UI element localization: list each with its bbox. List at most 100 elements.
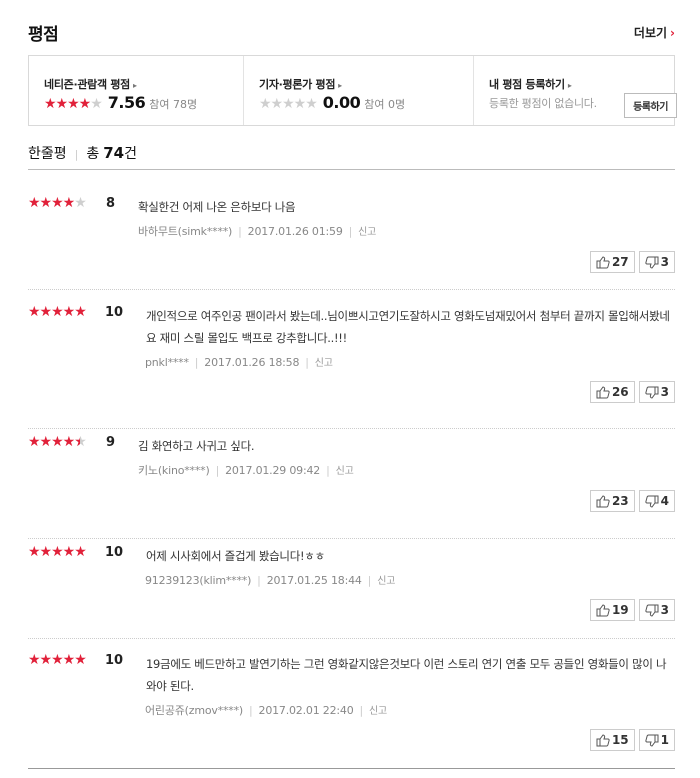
review-item: ★★★★★ 10 개인적으로 여주인공 팬이라서 봤는데..님이쁘시고연기도잘하… bbox=[28, 304, 675, 429]
review-user[interactable]: 91239123(klim****) bbox=[145, 574, 251, 587]
dislike-count: 1 bbox=[660, 733, 669, 747]
report-link[interactable]: 신고 bbox=[377, 576, 395, 587]
review-user[interactable]: pnkl**** bbox=[145, 356, 189, 369]
my-rating-label[interactable]: 내 평점 등록하기 bbox=[489, 78, 565, 91]
like-button[interactable]: 15 bbox=[589, 729, 635, 751]
review-text: 19금에도 베드만하고 발연기하는 그런 영화같지않은것보다 이런 스토리 연기… bbox=[146, 657, 667, 693]
critic-score: 0.00 bbox=[322, 93, 361, 112]
thumbs-down-icon bbox=[644, 495, 659, 508]
like-count: 23 bbox=[611, 494, 629, 508]
report-link[interactable]: 신고 bbox=[336, 466, 354, 477]
thumbs-down-icon bbox=[644, 386, 659, 399]
caret-right-icon: ▸ bbox=[567, 81, 572, 90]
separator: | bbox=[359, 704, 364, 717]
review-user[interactable]: 어린공쥬(zmov****) bbox=[145, 704, 243, 717]
vote-buttons: 27 3 bbox=[589, 251, 675, 273]
critic-rating: 기자·평론가 평점 ▸ ★★★★★ 0.00 참여 0명 bbox=[243, 56, 473, 125]
netizen-stars: ★★★★★ bbox=[44, 96, 103, 112]
vote-buttons: 23 4 bbox=[589, 490, 675, 512]
critic-rating-label[interactable]: 기자·평론가 평점 bbox=[259, 78, 335, 91]
dislike-button[interactable]: 1 bbox=[638, 729, 675, 751]
review-stars: ★★★★★ bbox=[28, 304, 87, 320]
register-rating-button[interactable]: 등록하기 bbox=[624, 93, 677, 118]
critic-stars: ★★★★★ bbox=[259, 96, 318, 112]
review-date: 2017.01.25 18:44 bbox=[266, 574, 362, 587]
stars-filled: ★★★★ bbox=[28, 434, 75, 450]
report-link[interactable]: 신고 bbox=[315, 358, 333, 369]
my-rating-link[interactable]: 내 평점 등록하기 ▸ bbox=[489, 76, 572, 92]
review-divider bbox=[28, 428, 675, 429]
dislike-button[interactable]: 4 bbox=[638, 490, 675, 512]
review-user[interactable]: 바하무트(simk****) bbox=[138, 225, 232, 238]
dislike-count: 3 bbox=[660, 385, 669, 399]
dislike-count: 3 bbox=[660, 255, 669, 269]
separator: | bbox=[367, 574, 372, 587]
review-text: 어제 시사회에서 즐겁게 봤습니다!ㅎㅎ bbox=[146, 549, 325, 563]
review-date: 2017.01.29 09:42 bbox=[225, 464, 321, 477]
review-user[interactable]: 키노(kino****) bbox=[138, 464, 210, 477]
dislike-count: 3 bbox=[660, 603, 669, 617]
review-date: 2017.01.26 18:58 bbox=[204, 356, 300, 369]
separator: | bbox=[249, 704, 253, 717]
total-prefix: 총 bbox=[86, 146, 100, 162]
dislike-button[interactable]: 3 bbox=[638, 599, 675, 621]
my-rating-empty-message: 등록한 평점이 없습니다. bbox=[489, 97, 597, 110]
stars-filled: ★★★★★ bbox=[28, 652, 87, 668]
review-stars: ★★★★★ bbox=[28, 195, 87, 211]
more-link[interactable]: 더보기 › bbox=[634, 24, 675, 41]
like-button[interactable]: 26 bbox=[589, 381, 635, 403]
caret-right-icon: ▸ bbox=[132, 81, 137, 90]
stars-filled: ★★★★ bbox=[28, 195, 75, 211]
like-count: 26 bbox=[611, 385, 629, 399]
thumbs-down-icon bbox=[644, 604, 659, 617]
like-count: 19 bbox=[611, 603, 629, 617]
like-count: 15 bbox=[611, 733, 629, 747]
short-review-heading: 한줄평 | 총 74 건 bbox=[28, 143, 137, 163]
section-divider bbox=[28, 169, 675, 170]
thumbs-up-icon bbox=[596, 733, 610, 746]
total-count: 74 bbox=[103, 144, 125, 162]
stars-filled: ★★★★★ bbox=[28, 304, 87, 320]
more-label[interactable]: 더보기 bbox=[634, 26, 667, 40]
critic-participants: 참여 0명 bbox=[364, 98, 406, 111]
stars-empty: ★ bbox=[74, 195, 87, 211]
report-link[interactable]: 신고 bbox=[369, 706, 387, 717]
review-text: 김 화연하고 사귀고 싶다. bbox=[138, 439, 255, 453]
stars-empty: ★★★★★ bbox=[259, 96, 318, 112]
review-score: 10 bbox=[105, 305, 124, 320]
review-meta: pnkl**** | 2017.01.26 18:58 | 신고 bbox=[145, 354, 333, 369]
dislike-count: 4 bbox=[660, 494, 669, 508]
review-stars: ★★★★★★ bbox=[28, 434, 87, 450]
critic-rating-link[interactable]: 기자·평론가 평점 ▸ bbox=[259, 76, 342, 92]
review-item: ★★★★★ 8 확실한건 어제 나온 은하보다 나음 바하무트(simk****… bbox=[28, 195, 675, 290]
review-divider bbox=[28, 538, 675, 539]
report-link[interactable]: 신고 bbox=[358, 227, 376, 238]
section-title: 평점 bbox=[28, 25, 59, 45]
half-star-icon: ★★ bbox=[74, 434, 87, 450]
like-button[interactable]: 19 bbox=[589, 599, 635, 621]
separator: | bbox=[238, 225, 242, 238]
review-divider bbox=[28, 638, 675, 639]
stars-filled: ★★★★★ bbox=[28, 544, 87, 560]
thumbs-down-icon bbox=[644, 734, 659, 747]
netizen-participants: 참여 78명 bbox=[149, 98, 198, 111]
vote-buttons: 15 1 bbox=[589, 729, 675, 751]
thumbs-up-icon bbox=[596, 603, 610, 616]
review-meta: 어린공쥬(zmov****) | 2017.02.01 22:40 | 신고 bbox=[145, 702, 387, 718]
review-date: 2017.01.26 01:59 bbox=[247, 225, 343, 238]
netizen-rating-label[interactable]: 네티즌·관람객 평점 bbox=[44, 78, 130, 91]
netizen-rating-link[interactable]: 네티즌·관람객 평점 ▸ bbox=[44, 76, 137, 92]
netizen-rating: 네티즌·관람객 평점 ▸ ★★★★★ 7.56 참여 78명 bbox=[29, 56, 243, 125]
dislike-button[interactable]: 3 bbox=[638, 381, 675, 403]
my-rating: 내 평점 등록하기 ▸ 등록한 평점이 없습니다. 등록하기 bbox=[473, 56, 677, 125]
like-button[interactable]: 27 bbox=[589, 251, 635, 273]
thumbs-up-icon bbox=[596, 385, 610, 398]
separator: | bbox=[194, 356, 199, 369]
review-score: 10 bbox=[105, 653, 124, 668]
separator: | bbox=[215, 464, 220, 477]
review-item: ★★★★★ 10 어제 시사회에서 즐겁게 봤습니다!ㅎㅎ 91239123(k… bbox=[28, 544, 675, 649]
review-stars: ★★★★★ bbox=[28, 652, 87, 668]
caret-right-icon: ▸ bbox=[338, 81, 342, 90]
dislike-button[interactable]: 3 bbox=[638, 251, 675, 273]
like-button[interactable]: 23 bbox=[589, 490, 635, 512]
